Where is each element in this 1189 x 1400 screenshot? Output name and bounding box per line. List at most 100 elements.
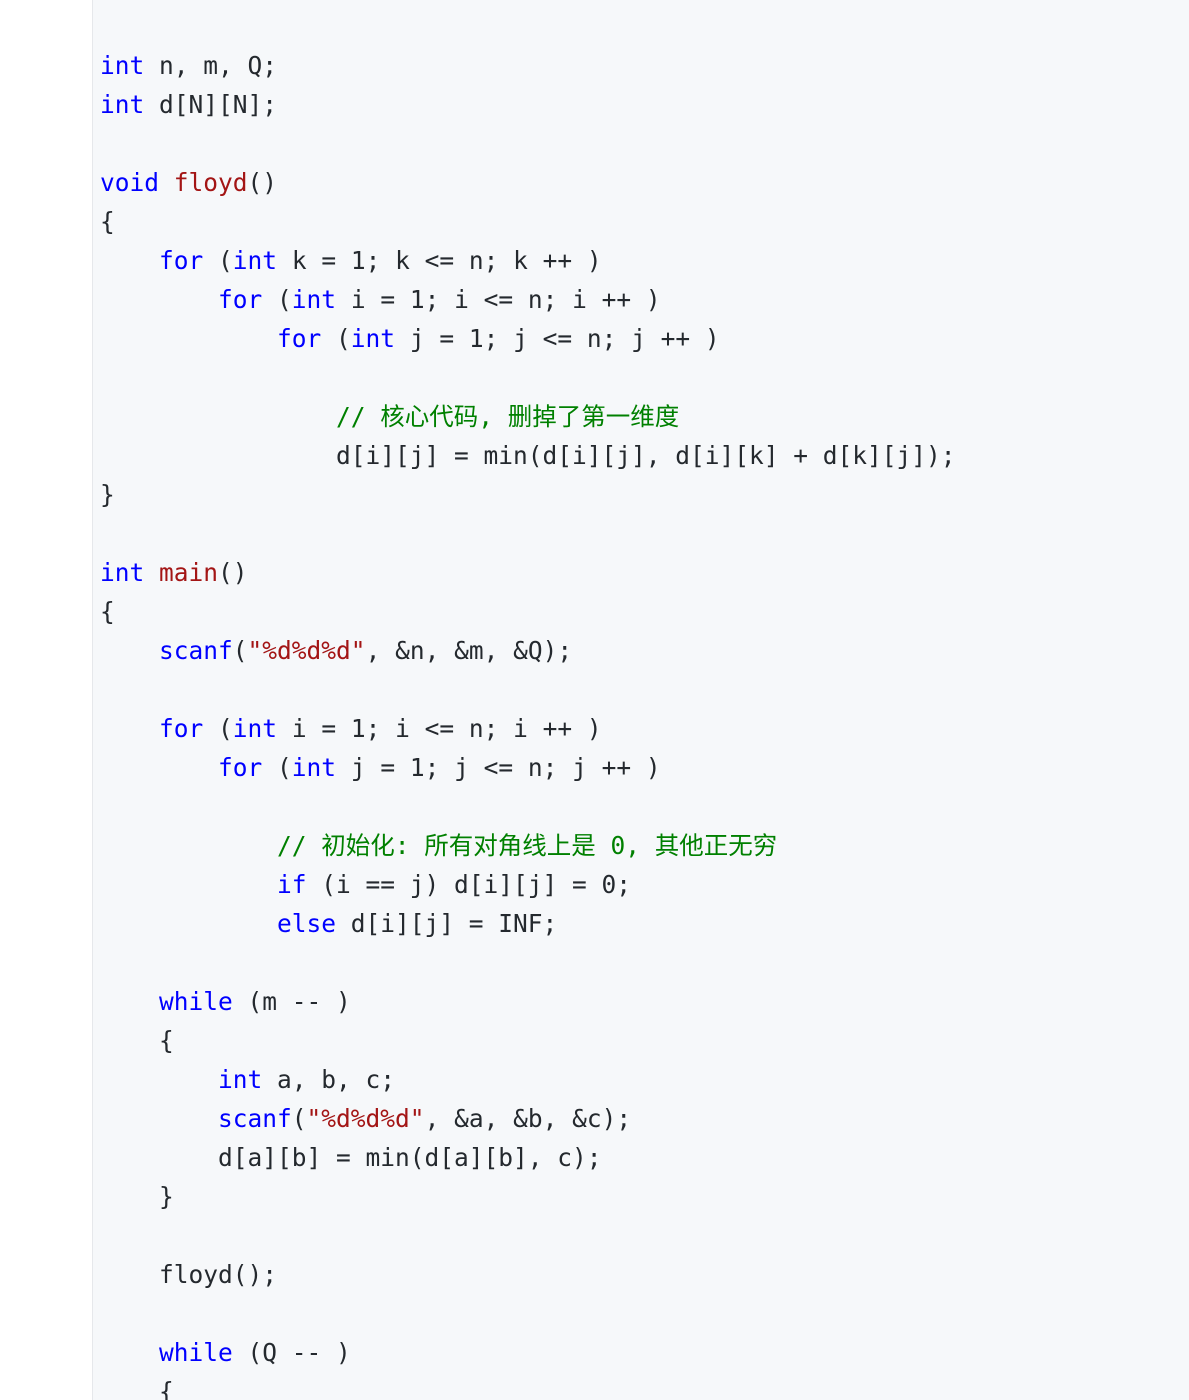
code-line: int n, m, Q; [100,46,956,85]
code-token-keyword: int [291,753,337,782]
code-token-code-text: a, b, c; [262,1065,396,1094]
code-token-code-text: d[a][b] = min(d[a][b], c); [100,1143,602,1172]
code-token-code-text [100,831,277,860]
code-token-keyword: while [159,1338,233,1367]
code-token-code-text: ( [291,1104,307,1133]
code-token-keyword: for [159,714,204,743]
code-line: while (m -- ) [100,982,956,1021]
code-line: } [100,1177,956,1216]
code-line: ​ [100,943,956,982]
code-token-code-text: } [100,480,115,509]
code-token-keyword: int [232,246,278,275]
code-token-comment: // 初始化: 所有对角线上是 0, 其他正无穷 [277,831,778,860]
page: } while (...);​int n, m, Q;int d[N][N];​… [0,0,1189,1400]
code-token-code-text: k = 1; k <= n; k ++ ) [277,246,602,275]
code-token-code-text [100,246,159,275]
code-token-keyword: int [291,285,337,314]
code-token-code-text: (Q -- ) [232,1338,351,1367]
code-line: ​ [100,514,956,553]
code-token-code-text: } [100,1182,174,1211]
code-line: } [100,475,956,514]
code-token-code-text [100,402,336,431]
code-line: else d[i][j] = INF; [100,904,956,943]
code-block[interactable]: } while (...);​int n, m, Q;int d[N][N];​… [92,0,1189,1400]
code-token-code-text: } while (...); [100,0,484,2]
code-line: ​ [100,1216,956,1255]
code-token-code-text: () [218,558,248,587]
code-token-code-text: { [100,1026,174,1055]
code-token-keyword: while [159,987,233,1016]
code-token-code-text [100,987,159,1016]
code-line: int d[N][N]; [100,85,956,124]
code-line: ​ [100,670,956,709]
code-token-function-name: floyd [173,168,248,197]
code-token-code-text: d[N][N]; [144,90,278,119]
code-token-keyword: int [232,714,278,743]
code-token-code-text [100,909,277,938]
code-token-code-text: ( [262,753,292,782]
code-line: scanf("%d%d%d", &n, &m, &Q); [100,631,956,670]
code-token-code-text: () [247,168,278,197]
code-token-code-text [144,558,159,587]
code-line: { [100,1021,956,1060]
code-token-code-text [100,714,159,743]
code-token-keyword: for [218,285,263,314]
code-token-code-text [159,168,174,197]
code-token-code-text: , &n, &m, &Q); [365,636,573,665]
code-token-keyword: if [277,870,307,899]
code-line: ​ [100,358,956,397]
code-token-code-text [100,324,277,353]
code-token-code-text: ( [262,285,292,314]
code-token-code-text: { [100,1377,174,1400]
code-token-code-text [100,1338,159,1367]
code-lines: } while (...);​int n, m, Q;int d[N][N];​… [100,0,956,1400]
code-token-code-text: n, m, Q; [144,51,278,80]
code-token-code-text: ( [232,636,248,665]
code-line: { [100,202,956,241]
code-token-code-text: ( [203,714,233,743]
code-token-string-literal: "%d%d%d" [247,636,366,665]
code-token-keyword: for [277,324,322,353]
code-line: for (int j = 1; j <= n; j ++ ) [100,319,956,358]
code-line: ​ [100,787,956,826]
code-token-keyword: for [218,753,263,782]
code-token-keyword: int [100,51,145,80]
code-token-code-text: , &a, &b, &c); [424,1104,632,1133]
code-token-string-literal: "%d%d%d" [306,1104,425,1133]
code-token-code-text [100,870,277,899]
code-line: for (int j = 1; j <= n; j ++ ) [100,748,956,787]
code-token-function-call: scanf [159,636,233,665]
code-token-code-text: j = 1; j <= n; j ++ ) [336,753,661,782]
code-token-code-text: d[i][j] = min(d[i][j], d[i][k] + d[k][j]… [100,441,956,470]
code-line: int a, b, c; [100,1060,956,1099]
code-token-code-text [100,753,218,782]
code-token-function-name: main [159,558,219,587]
code-token-code-text: (m -- ) [232,987,351,1016]
code-token-code-text [100,285,218,314]
code-line: { [100,1372,956,1400]
code-line: for (int i = 1; i <= n; i ++ ) [100,280,956,319]
code-token-code-text [100,636,159,665]
code-line: // 初始化: 所有对角线上是 0, 其他正无穷 [100,826,956,865]
code-line: scanf("%d%d%d", &a, &b, &c); [100,1099,956,1138]
code-line: void floyd() [100,163,956,202]
code-line: floyd(); [100,1255,956,1294]
code-line: d[i][j] = min(d[i][j], d[i][k] + d[k][j]… [100,436,956,475]
code-token-keyword: int [100,558,145,587]
code-token-code-text: ( [203,246,233,275]
code-token-keyword: int [218,1065,263,1094]
code-token-code-text: j = 1; j <= n; j ++ ) [395,324,720,353]
code-token-keyword: for [159,246,204,275]
code-token-code-text: { [100,597,115,626]
code-token-keyword: int [350,324,396,353]
code-token-keyword: int [100,90,145,119]
code-line: ​ [100,7,956,46]
code-token-comment: // 核心代码, 删掉了第一维度 [336,402,680,431]
code-token-code-text [100,1065,218,1094]
code-token-code-text: d[i][j] = INF; [336,909,558,938]
code-line: d[a][b] = min(d[a][b], c); [100,1138,956,1177]
code-token-keyword: void [100,168,160,197]
code-token-keyword: else [277,909,337,938]
code-token-function-call: scanf [218,1104,292,1133]
code-line: for (int i = 1; i <= n; i ++ ) [100,709,956,748]
